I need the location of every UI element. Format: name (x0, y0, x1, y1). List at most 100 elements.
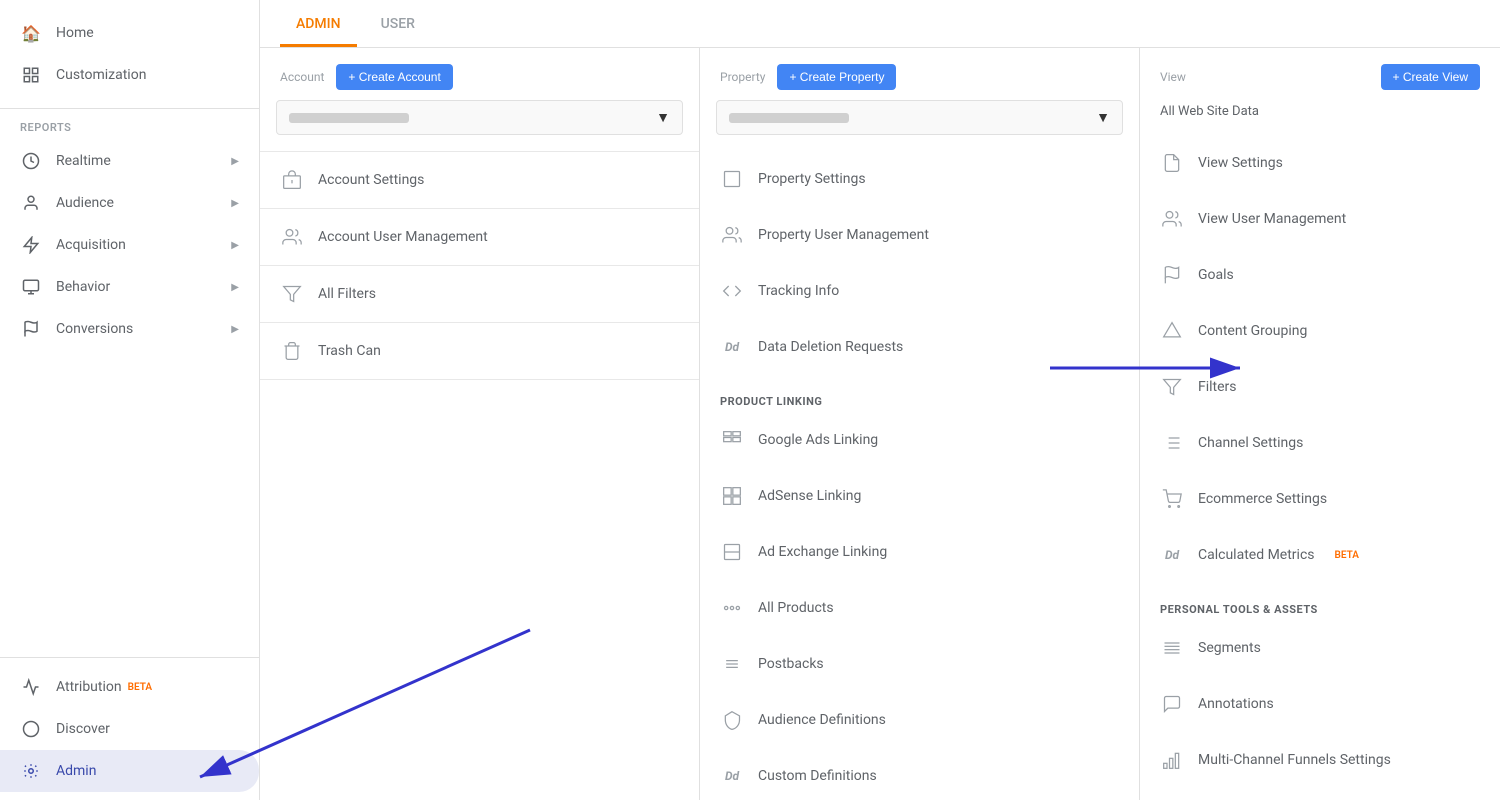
filter-icon (280, 282, 304, 306)
property-user-mgmt-label: Property User Management (758, 227, 929, 243)
custom-definitions-icon: Dd (720, 764, 744, 788)
google-ads-icon (720, 428, 744, 452)
property-dropdown-arrow: ▼ (1096, 109, 1110, 126)
sidebar-item-customization[interactable]: Customization (0, 54, 259, 96)
channel-settings-item[interactable]: Channel Settings (1140, 419, 1500, 467)
tab-user[interactable]: USER (365, 2, 431, 47)
channel-settings-label: Channel Settings (1198, 435, 1303, 451)
sidebar-item-conversions[interactable]: Conversions ▶ (0, 308, 259, 350)
content-grouping-icon (1160, 319, 1184, 343)
conversions-expand: ▶ (231, 324, 239, 335)
account-dropdown-text (289, 113, 409, 123)
ecommerce-settings-icon (1160, 487, 1184, 511)
annotations-icon (1160, 692, 1184, 716)
custom-definitions-item[interactable]: Dd Custom Definitions (700, 752, 1139, 800)
sidebar-item-behavior[interactable]: Behavior ▶ (0, 266, 259, 308)
tab-admin[interactable]: ADMIN (280, 2, 357, 47)
data-deletion-item[interactable]: Dd Data Deletion Requests (700, 323, 1139, 371)
audience-definitions-label: Audience Definitions (758, 712, 886, 728)
account-dropdown[interactable]: ▼ (276, 100, 683, 135)
filters-label: Filters (1198, 379, 1237, 395)
realtime-icon (20, 150, 42, 172)
sidebar-item-attribution[interactable]: Attribution BETA (0, 666, 259, 708)
annotations-item[interactable]: Annotations (1140, 680, 1500, 728)
sidebar-bottom: Attribution BETA Discover Admin (0, 657, 259, 800)
account-header-label: Account (280, 70, 324, 84)
create-view-button[interactable]: + Create View (1381, 64, 1481, 90)
view-user-mgmt-item[interactable]: View User Management (1140, 195, 1500, 243)
adsense-item[interactable]: AdSense Linking (700, 472, 1139, 520)
account-user-mgmt-item[interactable]: Account User Management (260, 213, 699, 261)
sidebar-report-items: Realtime ▶ Audience ▶ Acquisition ▶ Beha… (0, 140, 259, 350)
personal-tools-label: PERSONAL TOOLS & ASSETS (1140, 587, 1500, 624)
property-user-mgmt-item[interactable]: Property User Management (700, 211, 1139, 259)
audience-label: Audience (56, 195, 114, 211)
view-settings-label: View Settings (1198, 155, 1283, 171)
behavior-expand: ▶ (231, 282, 239, 293)
custom-channel-grouping-item[interactable]: Custom Channel Grouping BETA (1140, 792, 1500, 800)
columns-area: Account + Create Account ▼ Account Setti… (260, 48, 1500, 800)
ecommerce-settings-item[interactable]: Ecommerce Settings (1140, 475, 1500, 523)
filters-item[interactable]: Filters (1140, 363, 1500, 411)
view-header: View + Create View (1140, 48, 1500, 100)
postbacks-icon (720, 652, 744, 676)
property-settings-item[interactable]: Property Settings (700, 155, 1139, 203)
main-content: ADMIN USER Account + Create Account ▼ Ac… (260, 0, 1500, 800)
segments-item[interactable]: Segments (1140, 624, 1500, 672)
filters-icon (1160, 375, 1184, 399)
account-header: Account + Create Account (260, 48, 699, 100)
trash-can-item[interactable]: Trash Can (260, 327, 699, 375)
sidebar-item-discover[interactable]: Discover (0, 708, 259, 750)
sidebar-home-label: Home (56, 25, 94, 41)
create-account-button[interactable]: + Create Account (336, 64, 452, 90)
account-settings-item[interactable]: Account Settings (260, 156, 699, 204)
ecommerce-settings-label: Ecommerce Settings (1198, 491, 1327, 507)
property-dropdown[interactable]: ▼ (716, 100, 1123, 135)
sidebar-top: 🏠 Home Customization (0, 0, 259, 109)
postbacks-item[interactable]: Postbacks (700, 640, 1139, 688)
behavior-label: Behavior (56, 279, 110, 295)
attribution-label: Attribution (56, 679, 122, 695)
sidebar-item-realtime[interactable]: Realtime ▶ (0, 140, 259, 182)
google-ads-label: Google Ads Linking (758, 432, 878, 448)
account-column: Account + Create Account ▼ Account Setti… (260, 48, 700, 800)
all-filters-label: All Filters (318, 286, 376, 302)
div3 (260, 322, 699, 323)
view-header-right: + Create View (1381, 64, 1481, 90)
property-column: Property + Create Property ▼ Property Se… (700, 48, 1140, 800)
conversions-label: Conversions (56, 321, 133, 337)
create-property-button[interactable]: + Create Property (777, 64, 896, 90)
tracking-info-label: Tracking Info (758, 283, 839, 299)
sidebar-item-admin[interactable]: Admin (0, 750, 259, 792)
sidebar-item-home[interactable]: 🏠 Home (0, 12, 259, 54)
audience-definitions-item[interactable]: Audience Definitions (700, 696, 1139, 744)
account-user-mgmt-icon (280, 225, 304, 249)
customization-icon (20, 64, 42, 86)
multi-channel-item[interactable]: Multi-Channel Funnels Settings (1140, 736, 1500, 784)
tracking-info-item[interactable]: Tracking Info (700, 267, 1139, 315)
custom-definitions-label: Custom Definitions (758, 768, 877, 784)
property-dropdown-text (729, 113, 849, 123)
all-web-label: All Web Site Data (1140, 100, 1500, 131)
content-grouping-label: Content Grouping (1198, 323, 1307, 339)
sidebar-item-acquisition[interactable]: Acquisition ▶ (0, 224, 259, 266)
all-filters-item[interactable]: All Filters (260, 270, 699, 318)
admin-label: Admin (56, 763, 96, 779)
content-grouping-item[interactable]: Content Grouping (1140, 307, 1500, 355)
goals-item[interactable]: Goals (1140, 251, 1500, 299)
all-products-item[interactable]: All Products (700, 584, 1139, 632)
view-user-mgmt-label: View User Management (1198, 211, 1346, 227)
audience-definitions-icon (720, 708, 744, 732)
div4 (260, 379, 699, 380)
view-settings-item[interactable]: View Settings (1140, 139, 1500, 187)
calculated-metrics-item[interactable]: Dd Calculated Metrics BETA (1140, 531, 1500, 579)
sidebar: 🏠 Home Customization REPORTS Realtime ▶ … (0, 0, 260, 800)
home-icon: 🏠 (20, 22, 42, 44)
realtime-label: Realtime (56, 153, 111, 169)
attribution-beta: BETA (128, 682, 152, 693)
sidebar-item-audience[interactable]: Audience ▶ (0, 182, 259, 224)
data-deletion-label: Data Deletion Requests (758, 339, 903, 355)
ad-exchange-icon (720, 540, 744, 564)
ad-exchange-item[interactable]: Ad Exchange Linking (700, 528, 1139, 576)
google-ads-item[interactable]: Google Ads Linking (700, 416, 1139, 464)
